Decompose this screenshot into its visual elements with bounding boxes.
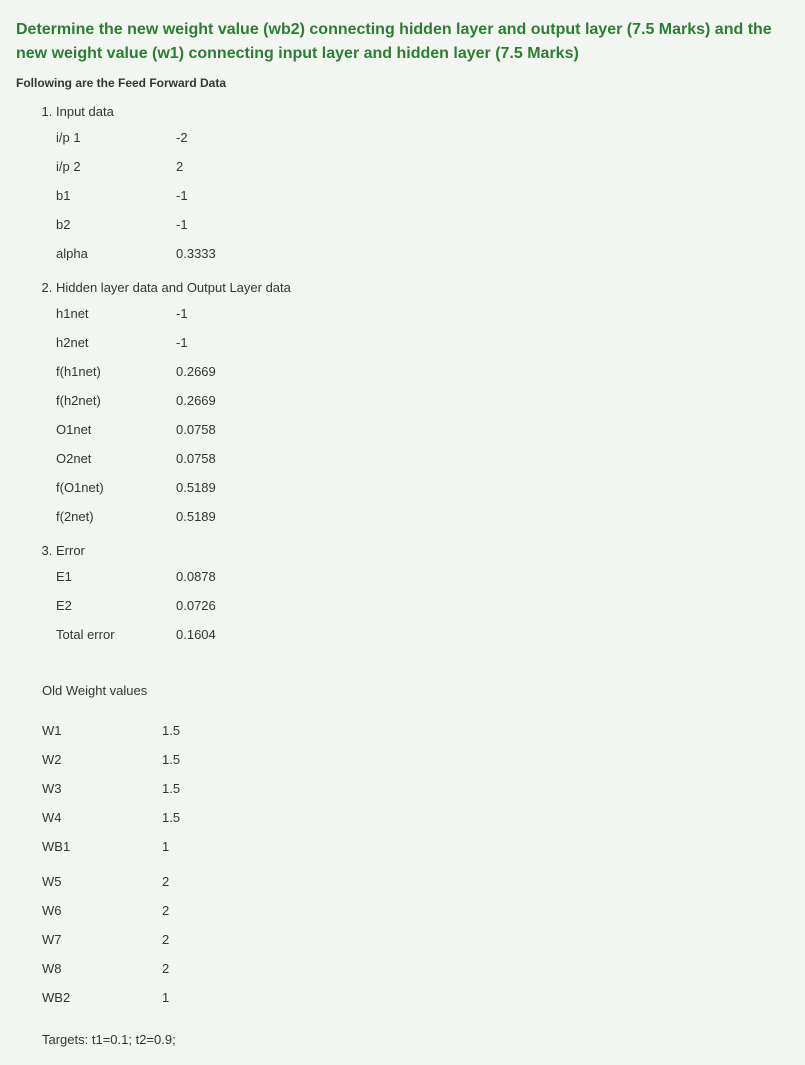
row-key: E1 bbox=[56, 562, 176, 591]
hidden-output-table: h1net-1 h2net-1 f(h1net)0.2669 f(h2net)0… bbox=[56, 299, 256, 531]
table-row: b1-1 bbox=[56, 181, 256, 210]
row-val: -1 bbox=[176, 181, 256, 210]
table-row: i/p 22 bbox=[56, 152, 256, 181]
row-val: 1.5 bbox=[162, 745, 180, 774]
section-label: Hidden layer data and Output Layer data bbox=[56, 280, 291, 295]
targets-line: Targets: t1=0.1; t2=0.9; bbox=[42, 1032, 789, 1047]
row-key: W2 bbox=[42, 745, 162, 774]
table-row: f(2net)0.5189 bbox=[56, 502, 256, 531]
row-val: 2 bbox=[176, 152, 256, 181]
weights-table: W11.5 W21.5 W31.5 W41.5 WB11 W52 W62 W72… bbox=[42, 716, 180, 1012]
row-val: -1 bbox=[176, 210, 256, 239]
row-key: h2net bbox=[56, 328, 176, 357]
row-val: 0.3333 bbox=[176, 239, 256, 268]
row-key: O1net bbox=[56, 415, 176, 444]
row-val: 1 bbox=[162, 832, 180, 861]
row-key: WB1 bbox=[42, 832, 162, 861]
row-val: 0.5189 bbox=[176, 473, 256, 502]
row-val: 2 bbox=[162, 954, 180, 983]
row-key: W6 bbox=[42, 896, 162, 925]
row-key: W1 bbox=[42, 716, 162, 745]
row-key: W7 bbox=[42, 925, 162, 954]
table-row: O1net0.0758 bbox=[56, 415, 256, 444]
question-title: Determine the new weight value (wb2) con… bbox=[16, 18, 789, 66]
error-table: E10.0878 E20.0726 Total error0.1604 bbox=[56, 562, 256, 649]
row-val: 0.0758 bbox=[176, 444, 256, 473]
table-row: Total error0.1604 bbox=[56, 620, 256, 649]
table-row: E20.0726 bbox=[56, 591, 256, 620]
row-key: alpha bbox=[56, 239, 176, 268]
table-row: E10.0878 bbox=[56, 562, 256, 591]
table-row: W62 bbox=[42, 896, 180, 925]
row-key: W5 bbox=[42, 867, 162, 896]
table-row: W11.5 bbox=[42, 716, 180, 745]
table-row: WB11 bbox=[42, 832, 180, 861]
row-key: O2net bbox=[56, 444, 176, 473]
table-row: f(O1net)0.5189 bbox=[56, 473, 256, 502]
table-row: f(h1net)0.2669 bbox=[56, 357, 256, 386]
table-row: O2net0.0758 bbox=[56, 444, 256, 473]
row-val: 2 bbox=[162, 925, 180, 954]
section-label: Error bbox=[56, 543, 85, 558]
table-row: alpha0.3333 bbox=[56, 239, 256, 268]
section-label: Input data bbox=[56, 104, 114, 119]
section-input-data: Input data i/p 1-2 i/p 22 b1-1 b2-1 alph… bbox=[56, 98, 789, 274]
row-key: f(h2net) bbox=[56, 386, 176, 415]
row-key: W8 bbox=[42, 954, 162, 983]
row-key: f(2net) bbox=[56, 502, 176, 531]
section-hidden-output: Hidden layer data and Output Layer data … bbox=[56, 274, 789, 537]
row-key: WB2 bbox=[42, 983, 162, 1012]
table-row: W21.5 bbox=[42, 745, 180, 774]
row-val: 1.5 bbox=[162, 716, 180, 745]
row-key: b2 bbox=[56, 210, 176, 239]
row-val: 0.0726 bbox=[176, 591, 256, 620]
row-val: -2 bbox=[176, 123, 256, 152]
row-val: 2 bbox=[162, 896, 180, 925]
row-val: 0.0758 bbox=[176, 415, 256, 444]
row-val: 1 bbox=[162, 983, 180, 1012]
row-key: i/p 2 bbox=[56, 152, 176, 181]
row-val: -1 bbox=[176, 299, 256, 328]
table-row: W82 bbox=[42, 954, 180, 983]
row-val: 0.2669 bbox=[176, 386, 256, 415]
row-val: 2 bbox=[162, 867, 180, 896]
row-key: h1net bbox=[56, 299, 176, 328]
section-error: Error E10.0878 E20.0726 Total error0.160… bbox=[56, 537, 789, 655]
row-key: f(h1net) bbox=[56, 357, 176, 386]
row-key: W3 bbox=[42, 774, 162, 803]
table-row: W72 bbox=[42, 925, 180, 954]
table-row: f(h2net)0.2669 bbox=[56, 386, 256, 415]
table-row: WB21 bbox=[42, 983, 180, 1012]
intro-line: Following are the Feed Forward Data bbox=[16, 76, 789, 90]
row-val: 0.0878 bbox=[176, 562, 256, 591]
row-key: f(O1net) bbox=[56, 473, 176, 502]
table-row: W41.5 bbox=[42, 803, 180, 832]
row-key: b1 bbox=[56, 181, 176, 210]
row-key: W4 bbox=[42, 803, 162, 832]
table-row: W31.5 bbox=[42, 774, 180, 803]
table-row: b2-1 bbox=[56, 210, 256, 239]
input-data-table: i/p 1-2 i/p 22 b1-1 b2-1 alpha0.3333 bbox=[56, 123, 256, 268]
row-val: 1.5 bbox=[162, 803, 180, 832]
row-val: 0.1604 bbox=[176, 620, 256, 649]
row-key: E2 bbox=[56, 591, 176, 620]
old-weights-section: Old Weight values W11.5 W21.5 W31.5 W41.… bbox=[42, 683, 789, 1012]
old-weights-heading: Old Weight values bbox=[42, 683, 789, 698]
row-val: 0.5189 bbox=[176, 502, 256, 531]
row-key: Total error bbox=[56, 620, 176, 649]
row-val: -1 bbox=[176, 328, 256, 357]
table-row: i/p 1-2 bbox=[56, 123, 256, 152]
table-row: h1net-1 bbox=[56, 299, 256, 328]
table-row: h2net-1 bbox=[56, 328, 256, 357]
table-row: W52 bbox=[42, 867, 180, 896]
row-key: i/p 1 bbox=[56, 123, 176, 152]
row-val: 1.5 bbox=[162, 774, 180, 803]
section-list: Input data i/p 1-2 i/p 22 b1-1 b2-1 alph… bbox=[16, 98, 789, 655]
row-val: 0.2669 bbox=[176, 357, 256, 386]
